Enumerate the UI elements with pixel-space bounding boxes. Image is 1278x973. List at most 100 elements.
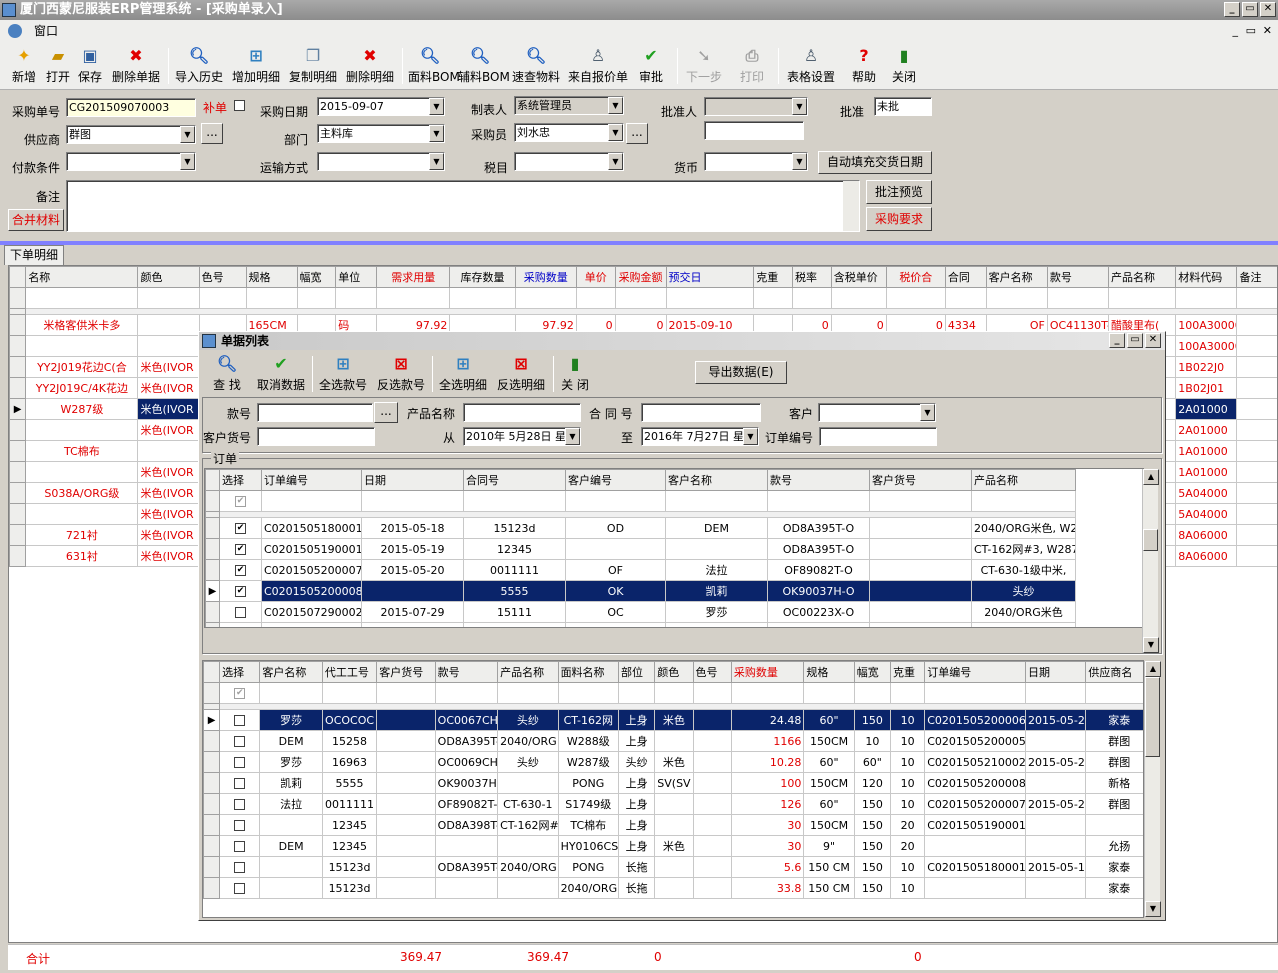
invert-details-button[interactable]: ⊠ 反选明细: [495, 354, 547, 394]
cell-material-code[interactable]: 1A01000: [1175, 461, 1238, 483]
col-select[interactable]: 选择: [219, 661, 261, 683]
tab-order-detail[interactable]: 下单明细: [4, 245, 64, 265]
invert-styles-button[interactable]: ⊠ 反选款号: [375, 354, 427, 394]
buyer-browse-button[interactable]: ...: [626, 123, 648, 144]
cell-color-no[interactable]: [692, 730, 732, 752]
cell-customer-name[interactable]: 凯莉: [665, 580, 768, 602]
cell-width[interactable]: 120: [853, 772, 891, 794]
import-history-button[interactable]: 🔍︎ 导入历史: [174, 46, 224, 86]
col-customer-item[interactable]: 客户货号: [376, 661, 436, 683]
detail-row[interactable]: 罗莎 16963 OC0069CH- 头纱 W287级 头纱 米色 10.28 60" 60" 10…: [203, 751, 1143, 773]
col-buy-qty[interactable]: 采购数量: [514, 266, 577, 288]
cell-part[interactable]: 上身: [617, 730, 656, 752]
cell-remark[interactable]: [1236, 503, 1277, 525]
minimize-button[interactable]: _: [1224, 2, 1240, 17]
cell-material-code[interactable]: 2A01000: [1175, 398, 1238, 420]
select-all-details-button[interactable]: ⊞ 全选明细: [437, 354, 489, 394]
row-indicator[interactable]: [9, 524, 27, 546]
autofill-delivery-button[interactable]: 自动填充交货日期: [818, 151, 932, 174]
scroll-down-icon[interactable]: ▼: [1143, 637, 1159, 653]
cell-color[interactable]: [137, 335, 200, 357]
cell-part[interactable]: 上身: [617, 814, 656, 836]
cell-width[interactable]: 150: [853, 814, 891, 836]
cell-buy-qty[interactable]: 24.48: [730, 709, 805, 731]
cell-product-name[interactable]: CT-630-1: [497, 793, 559, 815]
cell-style-no[interactable]: OC00223X-O: [767, 622, 870, 627]
cell-style-no[interactable]: [434, 877, 499, 899]
cell-style-no[interactable]: OD8A398T-: [434, 814, 499, 836]
cell-spec[interactable]: 150CM: [803, 730, 855, 752]
col-product-name[interactable]: 产品名称: [971, 469, 1076, 491]
cell-supplier[interactable]: 家泰: [1085, 877, 1143, 899]
col-weight[interactable]: 克重: [753, 266, 793, 288]
cell-order-no[interactable]: C0201505200007: [924, 793, 1026, 815]
cell-color[interactable]: 米色(IVOR: [137, 482, 200, 504]
cell-color[interactable]: 米色(IVOR: [137, 545, 200, 567]
cell-customer-name[interactable]: [259, 877, 323, 899]
scroll-up-icon[interactable]: ▲: [1145, 661, 1161, 677]
col-remark[interactable]: 备注: [1236, 266, 1277, 288]
cell-product-name[interactable]: [497, 877, 559, 899]
detail-row[interactable]: ▶ 罗莎 OCOCOC OC0067CH- 头纱 CT-162网 上身 米色 24.48 60" 1…: [203, 709, 1143, 731]
dept-field[interactable]: 主料库 ▼: [317, 124, 445, 143]
cell-spec[interactable]: 60": [803, 751, 855, 773]
cell-color-no[interactable]: [692, 772, 732, 794]
row-indicator[interactable]: [9, 503, 27, 525]
new-button[interactable]: ✦ 新增: [8, 46, 40, 86]
cell-contract-no[interactable]: 15123d: [463, 517, 566, 539]
cell-part[interactable]: 头纱: [617, 751, 656, 773]
order-row[interactable]: C02015052000102015-05-2033333 OC00223X-O 2…: [205, 622, 1076, 627]
col-order-no[interactable]: 订单编号: [261, 469, 362, 491]
cell-date[interactable]: 2015-05-18: [361, 517, 464, 539]
cell-date[interactable]: 2015-05-2: [1024, 709, 1087, 731]
cell-color[interactable]: [654, 856, 694, 878]
cell-material-code[interactable]: 100A30000: [1175, 314, 1238, 336]
cell-remark[interactable]: [1236, 314, 1277, 336]
row-indicator[interactable]: [9, 314, 27, 336]
cell-product-name[interactable]: CT-162网#: [497, 814, 559, 836]
cell-style-no[interactable]: OD8A395T-O: [767, 517, 870, 539]
cell-spec[interactable]: 9": [803, 835, 855, 857]
date-field[interactable]: 2015-09-07 ▼: [317, 97, 445, 116]
cell-customer-item[interactable]: [376, 856, 436, 878]
cust-item-filter-field[interactable]: [257, 427, 375, 446]
chevron-down-icon[interactable]: ▼: [608, 97, 623, 114]
order-no-field[interactable]: CG201509070003: [66, 98, 196, 117]
chevron-down-icon[interactable]: ▼: [180, 153, 195, 170]
cell-width[interactable]: 150: [853, 793, 891, 815]
row-checkbox[interactable]: [234, 862, 246, 873]
cell-name[interactable]: YY2J019花边C(合: [25, 356, 139, 378]
cell-width[interactable]: 10: [853, 730, 891, 752]
merge-material-button[interactable]: 合并材料: [8, 209, 64, 231]
next-step-button[interactable]: ➘ 下一步: [684, 46, 724, 86]
cell-material-code[interactable]: 1B02J01: [1175, 377, 1238, 399]
col-contract[interactable]: 合同: [944, 266, 987, 288]
cell-material-code[interactable]: 8A06000: [1175, 545, 1238, 567]
cell-buy-qty[interactable]: 33.8: [730, 877, 805, 899]
row-indicator[interactable]: [205, 538, 220, 560]
cell-remark[interactable]: [1236, 461, 1277, 483]
col-fabric-name[interactable]: 面料名称: [557, 661, 620, 683]
cell-width[interactable]: 150: [853, 709, 891, 731]
cell-style-no[interactable]: OK90037H-O: [767, 580, 870, 602]
cell-order-no[interactable]: C0201505200008: [924, 772, 1026, 794]
supplement-checkbox[interactable]: [234, 100, 245, 111]
cell-material-code[interactable]: 5A04000: [1175, 503, 1238, 525]
mdi-minimize-icon[interactable]: _: [1233, 20, 1239, 42]
add-detail-button[interactable]: ⊞ 增加明细: [230, 46, 282, 86]
help-button[interactable]: ? 帮助: [850, 46, 878, 86]
row-indicator[interactable]: [9, 335, 27, 357]
cell-customer-name[interactable]: 罗莎: [665, 601, 768, 623]
approve-button[interactable]: ✔ 审批: [634, 46, 668, 86]
cell-color-no[interactable]: [692, 814, 732, 836]
cell-part[interactable]: 上身: [617, 835, 656, 857]
detail-row[interactable]: 法拉 0011111 OF89082T- CT-630-1 S1749级 上身 126 60"…: [203, 793, 1143, 815]
col-contract-no[interactable]: 合同号: [463, 469, 566, 491]
detail-row[interactable]: 凯莉 5555 OK90037H- PONG 上身 SV(SV 100 150CM 120 10 C…: [203, 772, 1143, 794]
row-checkbox[interactable]: [234, 715, 246, 726]
cell-customer-name[interactable]: 法拉: [259, 793, 323, 815]
cell-customer-name[interactable]: [259, 856, 323, 878]
close-button[interactable]: ▮ 关闭: [890, 46, 918, 86]
cell-remark[interactable]: [1236, 398, 1277, 420]
col-color[interactable]: 颜色: [137, 266, 200, 288]
